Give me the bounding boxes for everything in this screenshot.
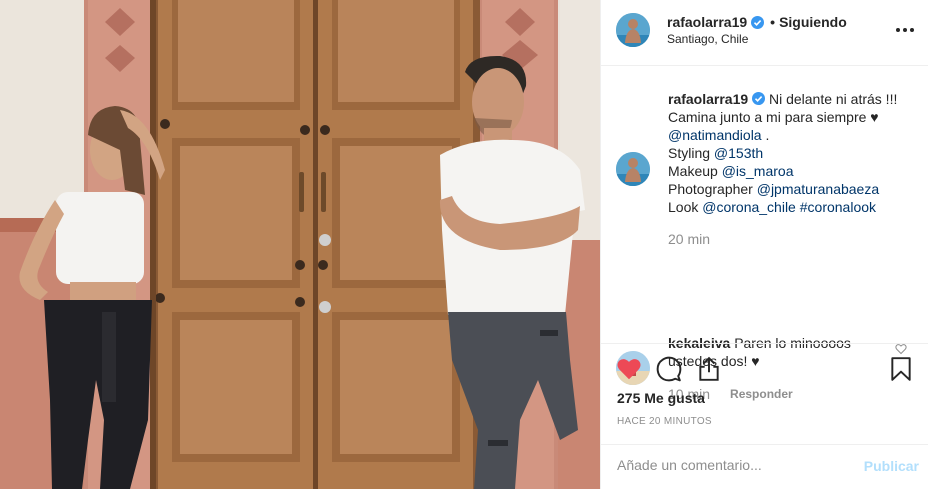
caption-line-6: Photographer @jpmaturanabaeza: [668, 180, 908, 198]
caption-author-avatar[interactable]: [616, 152, 650, 186]
caption-line-5: Makeup @is_maroa: [668, 162, 908, 180]
comment-input[interactable]: [617, 457, 847, 473]
add-comment-bar: Publicar: [601, 444, 928, 489]
author-avatar[interactable]: [616, 13, 650, 47]
mention-link[interactable]: @153th: [714, 145, 763, 161]
post-timestamp: HACE 20 MINUTOS: [617, 416, 712, 427]
author-line: rafaolarra19 • Siguiendo: [667, 14, 847, 30]
credit-label: Makeup: [668, 163, 722, 179]
mention-link[interactable]: @corona_chile: [702, 199, 796, 215]
post-header: rafaolarra19 • Siguiendo Santiago, Chile: [601, 0, 928, 66]
caption-line-7: Look @corona_chile #coronalook: [668, 198, 908, 216]
following-button[interactable]: Siguiendo: [779, 14, 847, 30]
credit-label: Look: [668, 199, 703, 215]
bookmark-icon[interactable]: [888, 356, 914, 382]
mention-link[interactable]: @natimandiola: [668, 127, 762, 143]
post-actions: 275 Me gusta HACE 20 MINUTOS Publicar: [601, 343, 928, 489]
caption-username[interactable]: rafaolarra19: [668, 91, 748, 107]
more-options-icon[interactable]: [893, 20, 917, 40]
caption-timestamp[interactable]: 20 min: [668, 231, 710, 247]
caption-line-4: Styling @153th: [668, 144, 908, 162]
caption-suffix: .: [761, 127, 770, 143]
separator-dot: •: [770, 14, 776, 30]
post-sidebar: rafaolarra19 • Siguiendo Santiago, Chile: [600, 0, 928, 489]
author-username[interactable]: rafaolarra19: [667, 14, 747, 30]
verified-badge-icon: [752, 91, 766, 105]
comment-bubble-icon[interactable]: [656, 356, 682, 382]
photo-illustration: [0, 0, 600, 489]
caption-line-3: @natimandiola .: [668, 126, 908, 144]
post-photo[interactable]: [0, 0, 600, 489]
post-location[interactable]: Santiago, Chile: [667, 32, 748, 46]
caption-line-1: rafaolarra19 Ni delante ni atrás !!!: [668, 90, 908, 108]
mention-link[interactable]: @jpmaturanabaeza: [757, 181, 879, 197]
mention-link[interactable]: @is_maroa: [722, 163, 794, 179]
caption-text-2: Camina junto a mi para siempre ♥: [668, 109, 879, 125]
heart-filled-icon[interactable]: [616, 356, 642, 382]
verified-badge-icon: [751, 15, 765, 29]
caption-text-1: Ni delante ni atrás !!!: [768, 91, 898, 107]
like-count[interactable]: 275 Me gusta: [617, 390, 705, 406]
comments-section: rafaolarra19 Ni delante ni atrás !!! Cam…: [601, 66, 928, 402]
share-icon[interactable]: [696, 356, 722, 382]
post-caption: rafaolarra19 Ni delante ni atrás !!! Cam…: [668, 90, 908, 216]
hashtag-link[interactable]: #coronalook: [800, 199, 876, 215]
publish-button[interactable]: Publicar: [864, 458, 919, 474]
credit-label: Photographer: [668, 181, 757, 197]
credit-label: Styling: [668, 145, 714, 161]
